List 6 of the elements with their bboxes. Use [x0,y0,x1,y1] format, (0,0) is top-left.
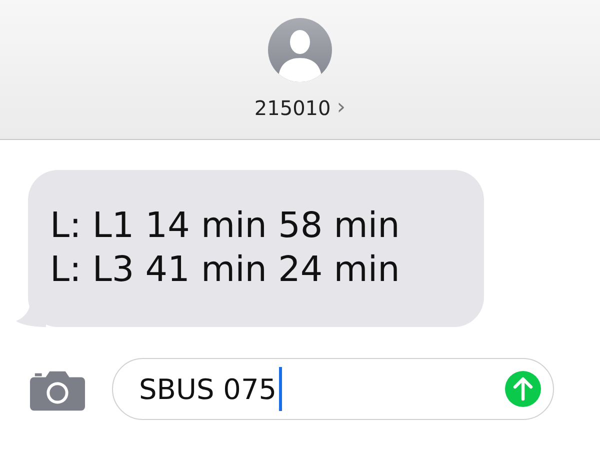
avatar-icon[interactable] [268,18,332,82]
contact-name[interactable]: 215010 [254,96,331,120]
message-text: L: L3 41 min 24 min [50,249,401,292]
chevron-icon[interactable]: › [336,97,346,119]
message-input[interactable]: SBUS 075 [112,358,554,420]
message-text: L: L1 14 min 58 min [50,205,401,248]
